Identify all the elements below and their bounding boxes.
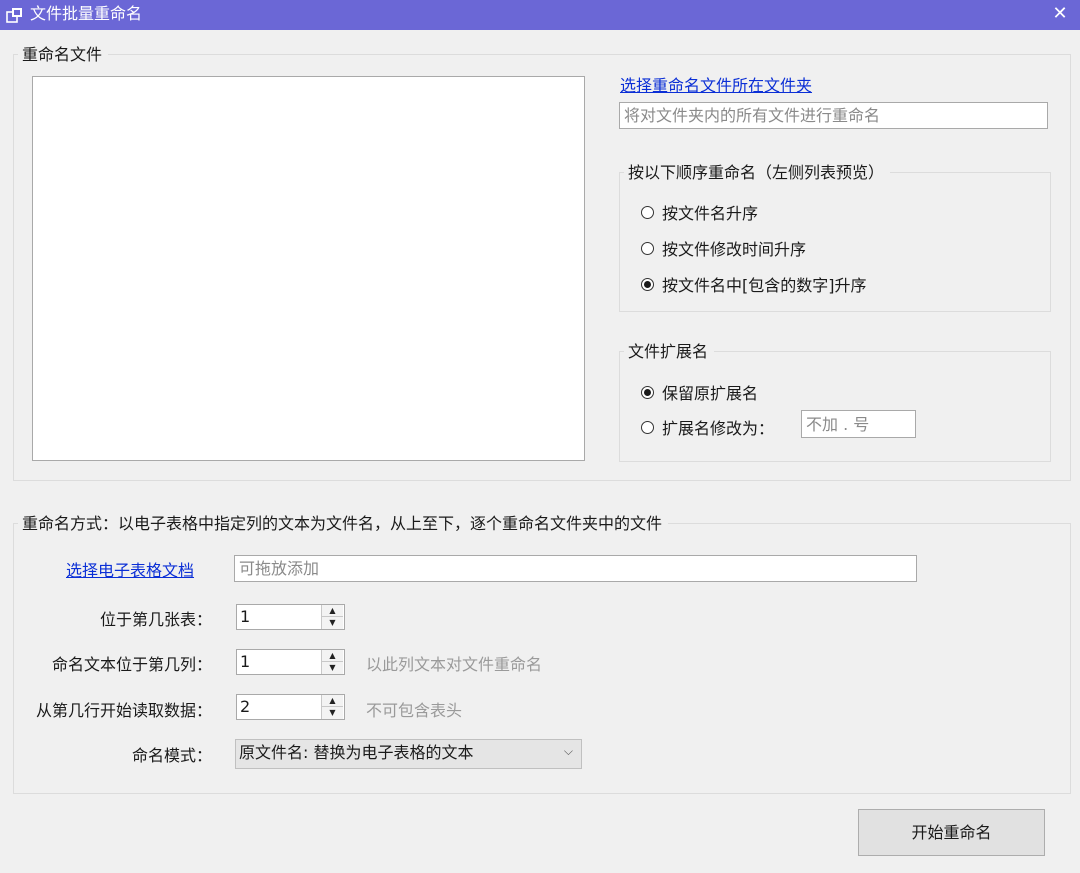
- decrement-icon[interactable]: ▼: [322, 707, 343, 719]
- start-row-stepper[interactable]: 2 ▲ ▼: [236, 694, 345, 720]
- title-bar: 文件批量重命名 ✕: [0, 0, 1080, 30]
- increment-icon[interactable]: ▲: [322, 695, 343, 707]
- folder-path-input[interactable]: [619, 102, 1048, 129]
- increment-icon[interactable]: ▲: [322, 605, 343, 617]
- select-spreadsheet-link[interactable]: 选择电子表格文档: [66, 561, 194, 581]
- extension-group: 文件扩展名: [619, 342, 1051, 462]
- column-hint: 以此列文本对文件重命名: [366, 655, 543, 674]
- stepper-arrows: ▲ ▼: [321, 695, 344, 719]
- naming-mode-select[interactable]: 原文件名: 替换为电子表格的文本 ⌵: [235, 739, 582, 769]
- sheet-index-label: 位于第几张表：: [99, 610, 212, 629]
- file-preview-list[interactable]: [32, 76, 585, 461]
- order-by-name-radio[interactable]: 按文件名升序: [641, 200, 758, 224]
- new-extension-input[interactable]: [801, 410, 916, 438]
- stepper-arrows: ▲ ▼: [321, 605, 344, 629]
- column-value: 1: [240, 652, 251, 671]
- order-by-mtime-label: 按文件修改时间升序: [662, 240, 807, 259]
- close-icon[interactable]: ✕: [1040, 0, 1080, 30]
- files-group-legend: 重命名文件: [18, 45, 109, 65]
- window-title: 文件批量重命名: [30, 4, 143, 23]
- radio-indicator-checked: [641, 277, 654, 291]
- increment-icon[interactable]: ▲: [322, 650, 343, 662]
- start-row-label: 从第几行开始读取数据：: [35, 701, 212, 720]
- extension-group-legend: 文件扩展名: [624, 342, 715, 362]
- start-rename-button[interactable]: 开始重命名: [858, 809, 1045, 856]
- change-extension-label: 扩展名修改为：: [662, 419, 775, 438]
- app-window-icon: [6, 8, 22, 23]
- decrement-icon[interactable]: ▼: [322, 617, 343, 629]
- change-extension-radio[interactable]: 扩展名修改为：: [641, 415, 774, 439]
- spreadsheet-path-input[interactable]: [234, 555, 917, 582]
- radio-indicator: [641, 241, 654, 255]
- chevron-down-icon: ⌵: [563, 744, 573, 758]
- start-row-value: 2: [240, 697, 251, 716]
- order-group-legend: 按以下顺序重命名（左侧列表预览）: [624, 163, 891, 183]
- order-by-number-label: 按文件名中[包含的数字]升序: [662, 276, 867, 295]
- sheet-index-stepper[interactable]: 1 ▲ ▼: [236, 604, 345, 630]
- order-by-mtime-radio[interactable]: 按文件修改时间升序: [641, 236, 806, 260]
- radio-indicator: [641, 420, 654, 434]
- order-by-number-radio[interactable]: 按文件名中[包含的数字]升序: [641, 272, 867, 296]
- order-by-name-label: 按文件名升序: [662, 204, 759, 223]
- decrement-icon[interactable]: ▼: [322, 662, 343, 674]
- start-row-hint: 不可包含表头: [366, 701, 463, 720]
- sheet-index-value: 1: [240, 607, 251, 626]
- method-group-legend: 重命名方式：以电子表格中指定列的文本为文件名，从上至下，逐个重命名文件夹中的文件: [18, 514, 669, 534]
- radio-indicator: [641, 205, 654, 219]
- column-stepper[interactable]: 1 ▲ ▼: [236, 649, 345, 675]
- naming-mode-value: 原文件名: 替换为电子表格的文本: [239, 743, 474, 762]
- keep-extension-radio[interactable]: 保留原扩展名: [641, 380, 758, 404]
- stepper-arrows: ▲ ▼: [321, 650, 344, 674]
- select-folder-link[interactable]: 选择重命名文件所在文件夹: [620, 76, 812, 96]
- column-label: 命名文本位于第几列：: [51, 655, 212, 674]
- mode-label: 命名模式：: [131, 746, 212, 765]
- keep-extension-label: 保留原扩展名: [662, 384, 759, 403]
- radio-indicator-checked: [641, 385, 654, 399]
